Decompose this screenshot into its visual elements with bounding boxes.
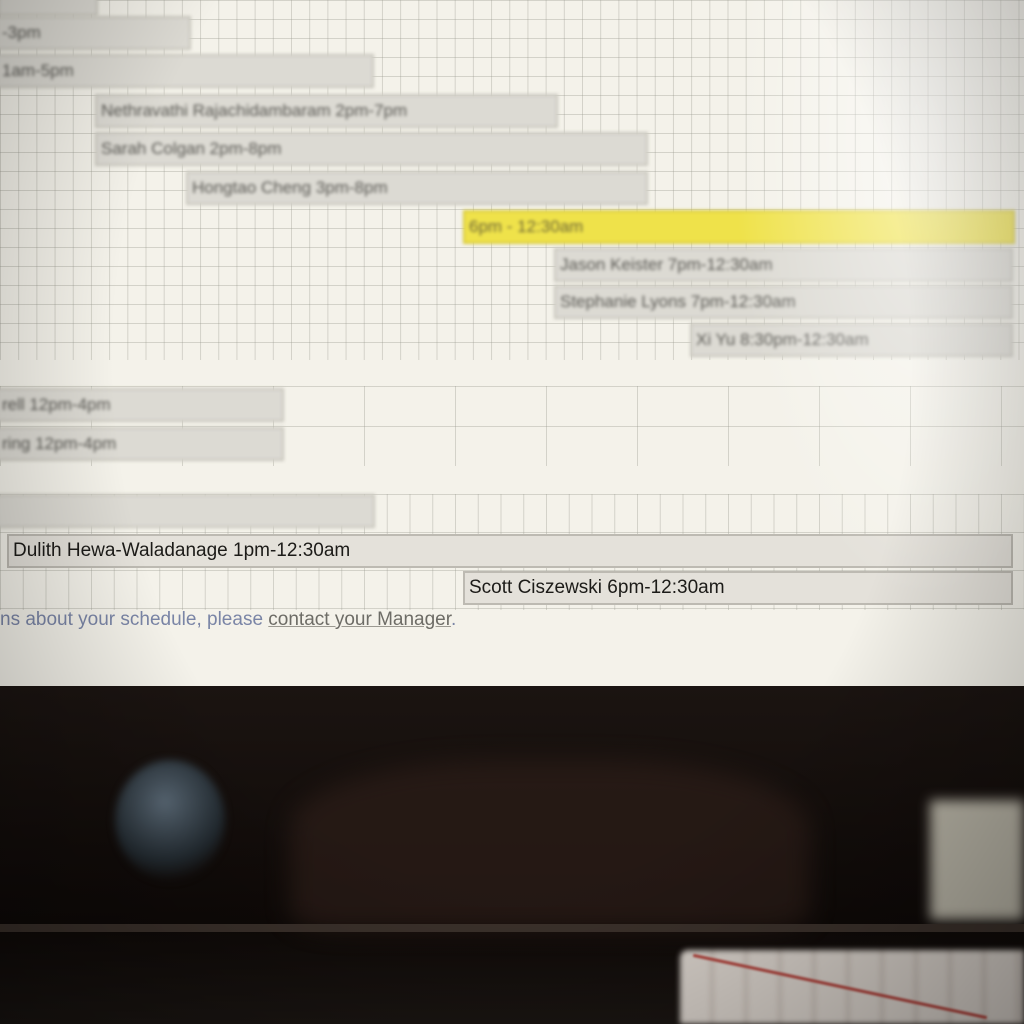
shift-bar[interactable]: Hongtao Cheng 3pm-8pm [186, 171, 648, 205]
footer-text-end: . [451, 609, 457, 630]
monitor-screen: -3pm 1am-5pm Nethravathi Rajachidambaram… [0, 0, 1024, 686]
shift-bar[interactable]: Sarah Colgan 2pm-8pm [95, 132, 648, 166]
shift-bar[interactable]: Stephanie Lyons 7pm-12:30am [554, 285, 1013, 319]
shift-bar[interactable] [0, 494, 375, 528]
reflection-light [930, 800, 1024, 920]
shift-bar-partial [0, 0, 98, 16]
shift-bar-highlighted[interactable]: 6pm - 12:30am [463, 210, 1015, 244]
contact-manager-link[interactable]: contact your Manager [268, 609, 451, 630]
shift-bar[interactable]: Jason Keister 7pm-12:30am [554, 248, 1013, 282]
reflection-shape [290, 760, 810, 930]
shift-bar[interactable]: Nethravathi Rajachidambaram 2pm-7pm [95, 94, 558, 128]
shift-bar[interactable]: Scott Ciszewski 6pm-12:30am [463, 571, 1013, 605]
footer-text: ns about your schedule, please [0, 609, 269, 630]
schedule-footer-note: ns about your schedule, please contact y… [0, 609, 456, 631]
monitor-ledge [0, 924, 1024, 932]
shift-bar[interactable]: rell 12pm-4pm [0, 388, 284, 422]
shift-bar[interactable]: 1am-5pm [0, 54, 374, 88]
shift-bar[interactable]: ring 12pm-4pm [0, 427, 284, 461]
shift-bar[interactable]: Dulith Hewa-Waladanage 1pm-12:30am [7, 534, 1013, 568]
reflection-blob [115, 760, 225, 880]
shift-bar[interactable]: -3pm [0, 16, 191, 50]
shift-bar[interactable]: Xi Yu 8:30pm-12:30am [690, 323, 1013, 357]
